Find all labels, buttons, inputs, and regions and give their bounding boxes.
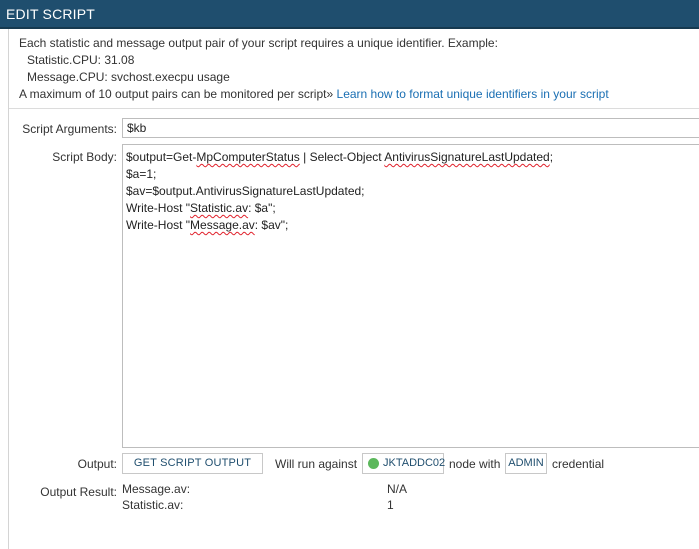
code-token: $av=$output.AntivirusSignatureLastUpdate… (126, 184, 365, 198)
code-line: $av=$output.AntivirusSignatureLastUpdate… (126, 183, 698, 200)
script-body-editor[interactable]: $output=Get-MpComputerStatus | Select-Ob… (122, 144, 699, 448)
code-token: Write-Host " (126, 201, 191, 215)
node-with-text: node with (449, 457, 501, 471)
example-message: Message.CPU: svchost.execpu usage (27, 70, 230, 84)
misspelled-token: Statistic.av (190, 201, 249, 215)
dialog-title: EDIT SCRIPT (6, 6, 96, 22)
max-pairs-line: A maximum of 10 output pairs can be moni… (19, 86, 609, 103)
code-line: $a=1; (126, 166, 698, 183)
code-line: Write-Host "Message.av: $av"; (126, 217, 698, 234)
result-name: Message.av: (122, 482, 191, 496)
code-token: $a=1; (126, 167, 157, 181)
code-token: ; (549, 150, 554, 164)
credential-selector[interactable]: ADMIN (505, 453, 547, 474)
code-line: Write-Host "Statistic.av: $a"; (126, 200, 698, 217)
output-label: Output: (77, 457, 117, 471)
code-token: Write-Host " (126, 218, 191, 232)
node-selector[interactable]: JKTADDC02 (362, 453, 446, 474)
misspelled-token: MpComputerStatus (196, 150, 300, 164)
result-value: N/A (387, 482, 408, 496)
code-token: | Select-Object (299, 150, 385, 164)
script-arguments-input[interactable] (122, 118, 699, 138)
identifier-info: Each statistic and message output pair o… (19, 35, 609, 103)
script-body-label: Script Body: (52, 150, 117, 164)
get-script-output-button[interactable]: GET SCRIPT OUTPUT (122, 453, 263, 474)
result-value: 1 (387, 498, 394, 512)
chevron-right-icon: » (326, 87, 334, 101)
will-run-text: Will run against (275, 457, 358, 471)
max-pairs-text: A maximum of 10 output pairs can be moni… (19, 87, 327, 101)
code-token: $output=Get- (126, 150, 197, 164)
script-arguments-label: Script Arguments: (22, 122, 117, 136)
info-line: Each statistic and message output pair o… (19, 36, 498, 50)
node-name: JKTADDC02 (383, 457, 446, 469)
code-token: : $a"; (248, 201, 276, 215)
result-name: Statistic.av: (122, 498, 184, 512)
divider (9, 108, 699, 109)
example-statistic: Statistic.CPU: 31.08 (27, 53, 135, 67)
misspelled-token: AntivirusSignatureLastUpdated (384, 150, 550, 164)
output-result-label: Output Result: (40, 485, 117, 499)
learn-format-link[interactable]: Learn how to format unique identifiers i… (337, 87, 609, 101)
misspelled-token: Message.av (190, 218, 255, 232)
dialog-header: EDIT SCRIPT (0, 0, 699, 29)
status-up-icon (368, 458, 379, 469)
code-token: : $av"; (254, 218, 289, 232)
code-line: $output=Get-MpComputerStatus | Select-Ob… (126, 149, 698, 166)
credential-text: credential (552, 457, 605, 471)
